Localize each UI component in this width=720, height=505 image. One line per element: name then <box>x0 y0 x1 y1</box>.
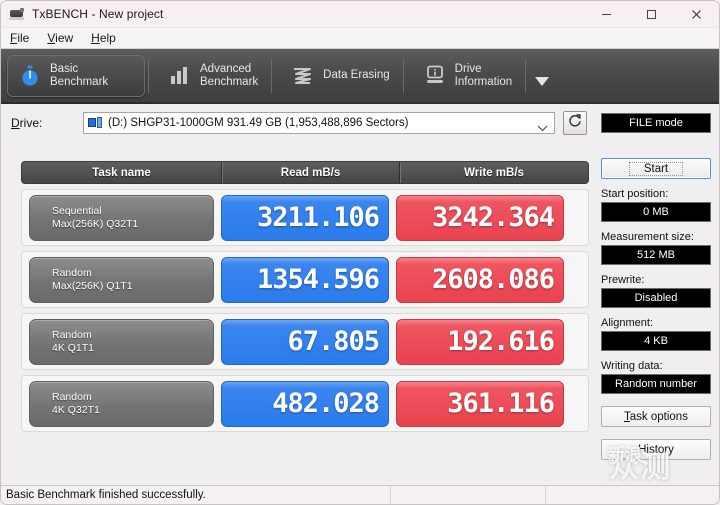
maximize-button[interactable] <box>629 1 674 28</box>
task-options-label: Task options <box>624 410 688 423</box>
title-bar: TxBENCH - New project <box>1 1 719 28</box>
table-row: Random 4K Q32T1 482.028 361.116 <box>21 375 589 432</box>
start-button-label: Start <box>628 161 684 176</box>
writing-data-label: Writing data: <box>601 360 663 372</box>
column-header-task-name: Task name <box>22 162 222 183</box>
drive-select[interactable]: (D:) SHGP31-1000GM 931.49 GB (1,953,488,… <box>83 112 555 134</box>
measurement-size-label: Measurement size: <box>601 231 694 243</box>
tab-basic-benchmark-label: Basic Benchmark <box>50 62 109 88</box>
read-value: 67.805 <box>221 318 389 365</box>
toolbar-divider-4 <box>525 58 527 93</box>
status-message: Basic Benchmark finished successfully. <box>1 485 391 504</box>
toolbar-divider-3 <box>402 58 404 93</box>
disk-icon <box>88 117 103 129</box>
start-position-value[interactable]: 0 MB <box>601 202 711 222</box>
alignment-label: Alignment: <box>601 317 653 329</box>
chevron-down-icon <box>537 119 548 137</box>
settings-sidebar: FILE mode Start Start position: 0 MB Mea… <box>601 113 719 460</box>
close-button[interactable] <box>674 1 719 28</box>
tab-data-erasing-label: Data Erasing <box>323 69 390 81</box>
file-mode-button[interactable]: FILE mode <box>601 113 711 133</box>
tab-advanced-benchmark[interactable]: Advanced Benchmark <box>158 55 268 97</box>
benchmark-results: Task name Read mB/s Write mB/s Sequentia… <box>21 161 589 432</box>
status-panel-3 <box>546 486 719 505</box>
read-value: 482.028 <box>221 380 389 427</box>
task-name-line2: 4K Q1T1 <box>52 341 95 354</box>
refresh-drive-button[interactable] <box>563 111 587 135</box>
drive-info-icon <box>421 62 449 90</box>
menu-view[interactable]: View <box>38 28 82 49</box>
task-button-random-max-q1t1[interactable]: Random Max(256K) Q1T1 <box>29 256 214 303</box>
table-row: Random Max(256K) Q1T1 1354.596 2608.086 <box>21 251 589 308</box>
task-name-line1: Random <box>52 329 92 341</box>
chevron-down-icon <box>535 73 550 91</box>
write-value: 192.616 <box>396 318 564 365</box>
table-row: Random 4K Q1T1 67.805 192.616 <box>21 313 589 370</box>
tab-drive-information[interactable]: Drive Information <box>413 55 523 97</box>
app-icon <box>9 6 25 22</box>
toolbar-divider-1 <box>148 58 149 93</box>
toolbar-divider-2 <box>271 58 273 93</box>
task-name-line1: Random <box>52 391 92 403</box>
task-button-sequential-max-q32t1[interactable]: Sequential Max(256K) Q32T1 <box>29 194 214 241</box>
table-row: Sequential Max(256K) Q32T1 3211.106 3242… <box>21 189 589 246</box>
refresh-icon <box>567 113 583 134</box>
status-bar: Basic Benchmark finished successfully. <box>1 485 719 504</box>
read-value: 3211.106 <box>221 194 389 241</box>
menu-help[interactable]: Help <box>82 28 125 49</box>
task-button-random-4k-q1t1[interactable]: Random 4K Q1T1 <box>29 318 214 365</box>
bar-chart-icon <box>166 62 194 90</box>
history-button[interactable]: History <box>601 439 711 460</box>
task-name-line2: Max(256K) Q1T1 <box>52 279 133 292</box>
start-button[interactable]: Start <box>601 158 711 179</box>
menu-file-label: ile <box>17 30 30 45</box>
start-position-label: Start position: <box>601 188 669 200</box>
alignment-value[interactable]: 4 KB <box>601 331 711 351</box>
task-name-line2: 4K Q32T1 <box>52 403 100 416</box>
prewrite-value[interactable]: Disabled <box>601 288 711 308</box>
window-title: TxBENCH - New project <box>32 7 164 21</box>
menu-file[interactable]: File <box>1 28 38 49</box>
task-button-random-4k-q32t1[interactable]: Random 4K Q32T1 <box>29 380 214 427</box>
task-name-line2: Max(256K) Q32T1 <box>52 217 139 230</box>
column-header-read: Read mB/s <box>222 162 400 183</box>
read-value: 1354.596 <box>221 256 389 303</box>
write-value: 2608.086 <box>396 256 564 303</box>
menu-bar: File View Help <box>1 28 719 49</box>
tab-basic-benchmark[interactable]: Basic Benchmark <box>7 54 145 97</box>
txbench-window: TxBENCH - New project File View Help Bas… <box>0 0 720 505</box>
write-value: 361.116 <box>396 380 564 427</box>
results-header-row: Task name Read mB/s Write mB/s <box>21 161 589 184</box>
writing-data-value[interactable]: Random number <box>601 374 711 394</box>
tab-advanced-benchmark-label: Advanced Benchmark <box>200 62 259 88</box>
tab-drive-information-label: Drive Information <box>454 62 513 88</box>
prewrite-label: Prewrite: <box>601 274 645 286</box>
stopwatch-icon <box>16 62 44 90</box>
menu-help-label: elp <box>99 30 116 45</box>
main-toolbar: Basic Benchmark Advanced Benchmark Data … <box>1 49 719 104</box>
measurement-size-value[interactable]: 512 MB <box>601 245 711 265</box>
write-value: 3242.364 <box>396 194 564 241</box>
status-panel-2 <box>391 485 546 504</box>
window-controls <box>584 1 719 28</box>
drive-label: Drive: <box>11 116 43 130</box>
drive-select-value: (D:) SHGP31-1000GM 931.49 GB (1,953,488,… <box>108 117 409 129</box>
shred-icon <box>289 62 317 90</box>
menu-view-label: iew <box>55 30 74 45</box>
tab-data-erasing[interactable]: Data Erasing <box>281 55 399 97</box>
task-name-line1: Random <box>52 267 92 279</box>
column-header-write: Write mB/s <box>464 166 524 179</box>
toolbar-overflow-button[interactable] <box>529 48 555 103</box>
task-name-line1: Sequential <box>52 205 102 217</box>
minimize-button[interactable] <box>584 1 629 28</box>
task-options-button[interactable]: Task options <box>601 406 711 427</box>
